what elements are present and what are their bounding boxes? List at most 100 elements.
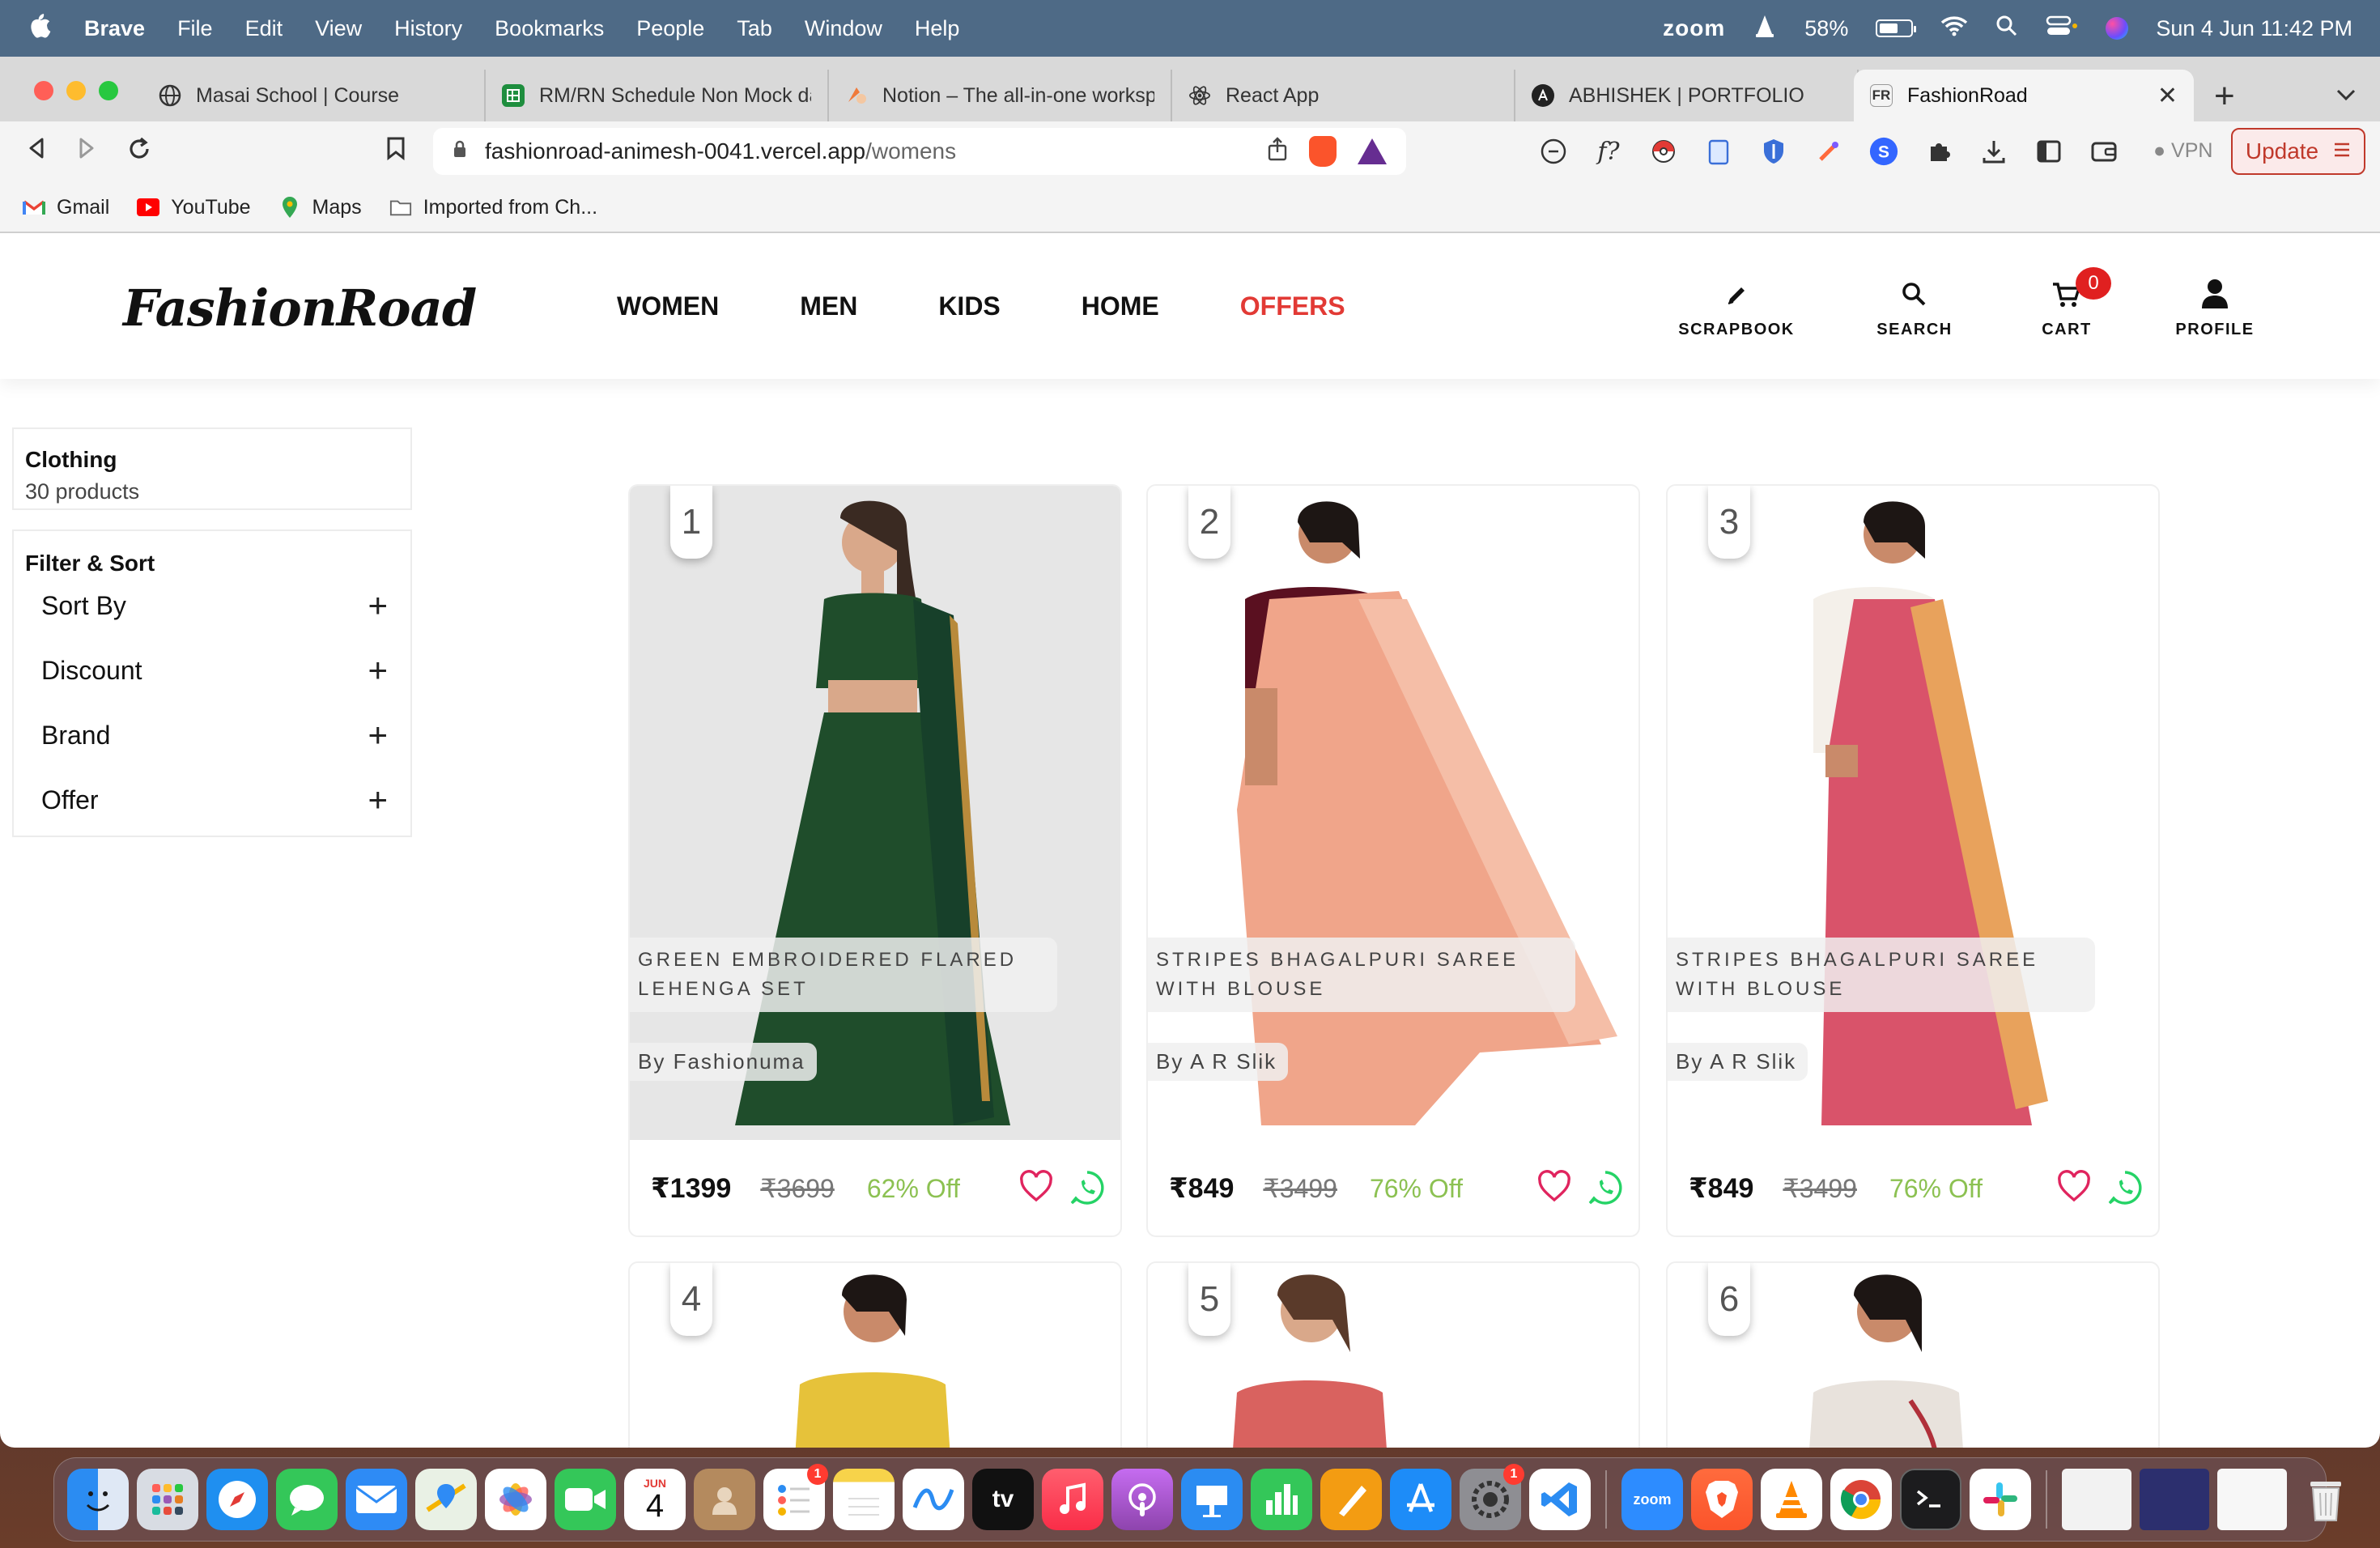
puzzle-extensions-icon[interactable] xyxy=(1923,136,1954,167)
nav-men[interactable]: MEN xyxy=(800,291,857,321)
siri-icon[interactable] xyxy=(2106,17,2129,40)
address-bar[interactable]: fashionroad-animesh-0041.vercel.app/wome… xyxy=(433,128,1406,175)
clipboard-extension-icon[interactable] xyxy=(1703,136,1734,167)
forward-icon[interactable] xyxy=(74,136,99,168)
reader-extension-icon[interactable] xyxy=(1538,136,1569,167)
trash-icon[interactable] xyxy=(2295,1469,2357,1530)
filter-sort-by[interactable]: Sort By + xyxy=(14,573,410,638)
filter-discount[interactable]: Discount + xyxy=(14,638,410,703)
product-card[interactable]: 2 STRIPES BHAGALPURI SAREE WITH BLOUSE B… xyxy=(1146,484,1640,1237)
new-tab-icon[interactable]: + xyxy=(2214,76,2235,117)
plus-icon[interactable]: + xyxy=(368,716,388,755)
apple-icon[interactable] xyxy=(28,12,52,45)
recent-window-thumbnail-2[interactable] xyxy=(2140,1469,2209,1530)
numbers-icon[interactable] xyxy=(1251,1469,1312,1530)
tab-portfolio[interactable]: ABHISHEK | PORTFOLIO xyxy=(1515,70,1859,121)
music-icon[interactable] xyxy=(1042,1469,1103,1530)
heart-icon[interactable] xyxy=(1536,1169,1575,1208)
bookmark-maps[interactable]: Maps xyxy=(278,196,362,219)
product-image[interactable] xyxy=(1668,486,2158,1140)
tab-rm-rn-schedule[interactable]: RM/RN Schedule Non Mock da xyxy=(486,70,829,121)
nav-kids[interactable]: KIDS xyxy=(938,291,1000,321)
nav-home[interactable]: HOME xyxy=(1082,291,1159,321)
product-name[interactable]: STRIPES BHAGALPURI SAREE WITH BLOUSE xyxy=(1148,938,1575,1012)
menu-app-brave[interactable]: Brave xyxy=(84,16,145,41)
menu-window[interactable]: Window xyxy=(805,16,882,41)
menu-bookmarks[interactable]: Bookmarks xyxy=(495,16,604,41)
zoom-app-icon[interactable]: zoom xyxy=(1621,1469,1683,1530)
menu-tab[interactable]: Tab xyxy=(737,16,772,41)
search-button[interactable]: SEARCH xyxy=(1870,277,1959,339)
chevron-down-icon[interactable] xyxy=(2335,81,2357,108)
menu-file[interactable]: File xyxy=(177,16,213,41)
maps-icon[interactable] xyxy=(415,1469,477,1530)
tab-react-app[interactable]: React App xyxy=(1172,70,1515,121)
product-card[interactable]: 5 xyxy=(1146,1261,1640,1448)
whatsapp-icon[interactable] xyxy=(1587,1169,1626,1208)
brave-shields-icon[interactable] xyxy=(1309,136,1337,167)
finder-icon[interactable] xyxy=(67,1469,129,1530)
mail-icon[interactable] xyxy=(346,1469,407,1530)
terminal-icon[interactable] xyxy=(1900,1469,1961,1530)
filter-brand[interactable]: Brand + xyxy=(14,703,410,768)
bookmark-gmail[interactable]: Gmail xyxy=(23,196,109,219)
battery-icon[interactable] xyxy=(1876,19,1917,37)
photos-icon[interactable] xyxy=(485,1469,546,1530)
notes-icon[interactable] xyxy=(833,1469,895,1530)
contacts-icon[interactable] xyxy=(694,1469,755,1530)
product-card[interactable]: 1 GREEN EMBROIDERED FLARED LEHENGA SET B… xyxy=(628,484,1122,1237)
podcasts-icon[interactable] xyxy=(1111,1469,1173,1530)
product-image[interactable] xyxy=(1148,486,1638,1140)
nav-women[interactable]: WOMEN xyxy=(617,291,719,321)
whatfont-extension-icon[interactable]: f? xyxy=(1593,136,1624,167)
menu-view[interactable]: View xyxy=(315,16,362,41)
menu-history[interactable]: History xyxy=(394,16,462,41)
facetime-icon[interactable] xyxy=(555,1469,616,1530)
colorpicker-extension-icon[interactable] xyxy=(1813,136,1844,167)
brave-app-icon[interactable] xyxy=(1691,1469,1753,1530)
wallet-icon[interactable] xyxy=(2089,136,2119,167)
vlc-app-icon[interactable] xyxy=(1761,1469,1822,1530)
profile-button[interactable]: PROFILE xyxy=(2174,277,2255,339)
system-settings-icon[interactable]: 1 xyxy=(1460,1464,1524,1530)
bookmark-imported-folder[interactable]: Imported from Ch... xyxy=(389,196,597,219)
plus-icon[interactable]: + xyxy=(368,586,388,625)
download-icon[interactable] xyxy=(1978,136,2009,167)
product-image[interactable] xyxy=(630,486,1120,1140)
bookmark-icon[interactable] xyxy=(385,136,406,168)
heart-icon[interactable] xyxy=(1018,1169,1057,1208)
back-icon[interactable] xyxy=(24,136,49,168)
brave-rewards-icon[interactable] xyxy=(1358,138,1387,164)
recent-window-thumbnail-1[interactable] xyxy=(2062,1469,2131,1530)
nav-offers[interactable]: OFFERS xyxy=(1240,291,1345,321)
messages-icon[interactable] xyxy=(276,1469,338,1530)
launchpad-icon[interactable] xyxy=(137,1469,198,1530)
s-extension-icon[interactable]: S xyxy=(1868,136,1899,167)
spotlight-search-icon[interactable] xyxy=(1995,15,2018,43)
product-card[interactable]: 3 STRIPES BHAGALPURI SAREE WITH BLOUSE B… xyxy=(1666,484,2160,1237)
zoom-status[interactable]: zoom xyxy=(1663,15,1725,41)
plus-icon[interactable]: + xyxy=(368,780,388,819)
reminders-icon[interactable]: 1 xyxy=(763,1464,828,1530)
recent-window-thumbnail-3[interactable] xyxy=(2217,1469,2287,1530)
safari-icon[interactable] xyxy=(206,1469,268,1530)
product-name[interactable]: GREEN EMBROIDERED FLARED LEHENGA SET xyxy=(630,938,1057,1012)
lock-icon[interactable] xyxy=(453,139,467,164)
shield-extension-icon[interactable] xyxy=(1758,136,1789,167)
sidebar-toggle-icon[interactable] xyxy=(2034,136,2064,167)
menubar-clock[interactable]: Sun 4 Jun 11:42 PM xyxy=(2156,16,2352,41)
tab-fashionroad-active[interactable]: FR FashionRoad ✕ xyxy=(1854,70,2194,121)
tab-masai-school[interactable]: Masai School | Course xyxy=(142,70,486,121)
app-store-icon[interactable] xyxy=(1390,1469,1451,1530)
freeform-icon[interactable] xyxy=(903,1469,964,1530)
pages-icon[interactable] xyxy=(1320,1469,1382,1530)
product-name[interactable]: STRIPES BHAGALPURI SAREE WITH BLOUSE xyxy=(1668,938,2095,1012)
wifi-icon[interactable] xyxy=(1940,15,1968,42)
apple-tv-icon[interactable]: tv xyxy=(972,1469,1034,1530)
control-center-icon[interactable] xyxy=(2046,15,2078,43)
plus-icon[interactable]: + xyxy=(368,651,388,690)
update-button[interactable]: Update xyxy=(2231,128,2365,175)
product-card[interactable]: 4 xyxy=(628,1261,1122,1448)
minimize-window-button[interactable] xyxy=(66,81,86,100)
keynote-icon[interactable] xyxy=(1181,1469,1243,1530)
